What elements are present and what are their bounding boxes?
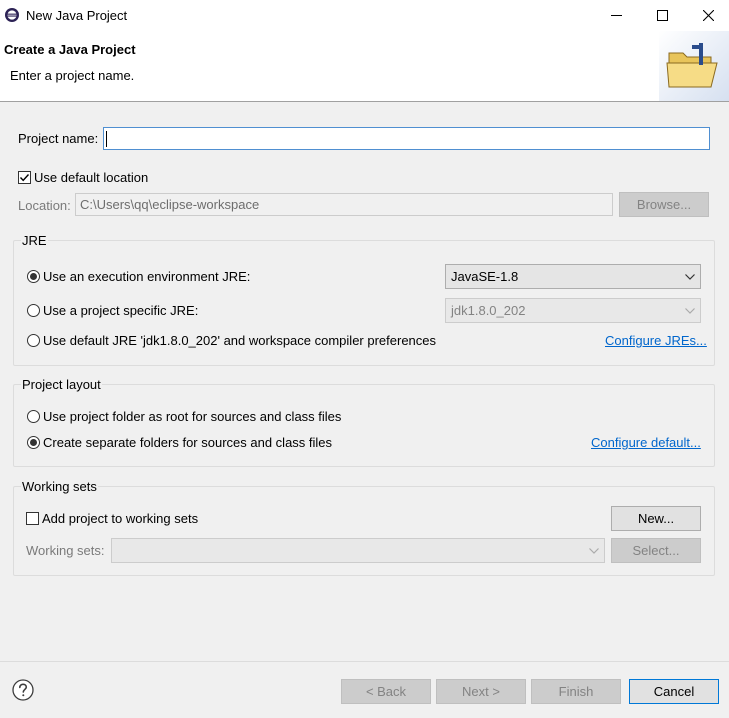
page-description: Enter a project name. bbox=[10, 68, 135, 83]
separate-folders-radio[interactable] bbox=[27, 436, 40, 449]
default-jre-label: Use default JRE 'jdk1.8.0_202' and works… bbox=[43, 333, 437, 348]
execution-env-radio[interactable] bbox=[27, 270, 40, 283]
use-default-location-checkbox[interactable] bbox=[18, 171, 31, 184]
project-specific-jre-label: Use a project specific JRE: bbox=[43, 303, 199, 318]
project-specific-jre-value: jdk1.8.0_202 bbox=[451, 303, 526, 318]
title-bar: New Java Project bbox=[0, 0, 729, 31]
configure-default-link[interactable]: Configure default... bbox=[591, 435, 701, 450]
execution-env-value: JavaSE-1.8 bbox=[451, 269, 519, 284]
location-input[interactable]: C:\Users\qq\eclipse-workspace bbox=[75, 193, 613, 216]
jre-group-title: JRE bbox=[21, 233, 48, 248]
project-specific-jre-radio[interactable] bbox=[27, 304, 40, 317]
minimize-icon bbox=[610, 15, 622, 16]
window-title: New Java Project bbox=[26, 8, 128, 23]
project-specific-jre-select[interactable]: jdk1.8.0_202 bbox=[445, 298, 701, 323]
minimize-button[interactable] bbox=[593, 0, 639, 31]
location-label: Location: bbox=[18, 198, 71, 213]
chevron-down-icon bbox=[589, 547, 599, 554]
chevron-down-icon bbox=[685, 273, 695, 280]
footer-divider bbox=[0, 661, 729, 662]
project-layout-group bbox=[13, 384, 715, 467]
finish-button[interactable]: Finish bbox=[531, 679, 621, 704]
cancel-button[interactable]: Cancel bbox=[629, 679, 719, 704]
project-name-input[interactable] bbox=[103, 127, 710, 150]
add-to-working-sets-checkbox[interactable] bbox=[26, 512, 39, 525]
eclipse-icon bbox=[5, 8, 19, 22]
page-title: Create a Java Project bbox=[4, 42, 136, 57]
maximize-button[interactable] bbox=[639, 0, 685, 31]
working-sets-label: Working sets: bbox=[26, 543, 105, 558]
next-button[interactable]: Next > bbox=[436, 679, 526, 704]
project-name-label: Project name: bbox=[18, 131, 99, 146]
configure-jres-link[interactable]: Configure JREs... bbox=[605, 333, 707, 348]
browse-button[interactable]: Browse... bbox=[619, 192, 709, 217]
folder-wizard-icon bbox=[659, 31, 729, 101]
back-button[interactable]: < Back bbox=[341, 679, 431, 704]
maximize-icon bbox=[656, 10, 668, 21]
help-icon[interactable] bbox=[12, 679, 34, 701]
execution-env-select[interactable]: JavaSE-1.8 bbox=[445, 264, 701, 289]
text-caret bbox=[106, 131, 107, 147]
project-layout-title: Project layout bbox=[21, 377, 102, 392]
check-icon bbox=[19, 174, 30, 182]
select-working-sets-button[interactable]: Select... bbox=[611, 538, 701, 563]
chevron-down-icon bbox=[685, 307, 695, 314]
default-jre-radio[interactable] bbox=[27, 334, 40, 347]
new-working-set-button[interactable]: New... bbox=[611, 506, 701, 531]
close-icon bbox=[702, 10, 714, 21]
close-button[interactable] bbox=[685, 0, 729, 31]
project-folder-root-radio[interactable] bbox=[27, 410, 40, 423]
working-sets-select[interactable] bbox=[111, 538, 605, 563]
execution-env-label: Use an execution environment JRE: bbox=[43, 269, 251, 284]
add-to-working-sets-label: Add project to working sets bbox=[42, 511, 199, 526]
use-default-location-label: Use default location bbox=[34, 170, 149, 185]
working-sets-title: Working sets bbox=[21, 479, 98, 494]
wizard-header: Create a Java Project Enter a project na… bbox=[0, 31, 729, 102]
project-folder-root-label: Use project folder as root for sources a… bbox=[43, 409, 342, 424]
separate-folders-label: Create separate folders for sources and … bbox=[43, 435, 333, 450]
